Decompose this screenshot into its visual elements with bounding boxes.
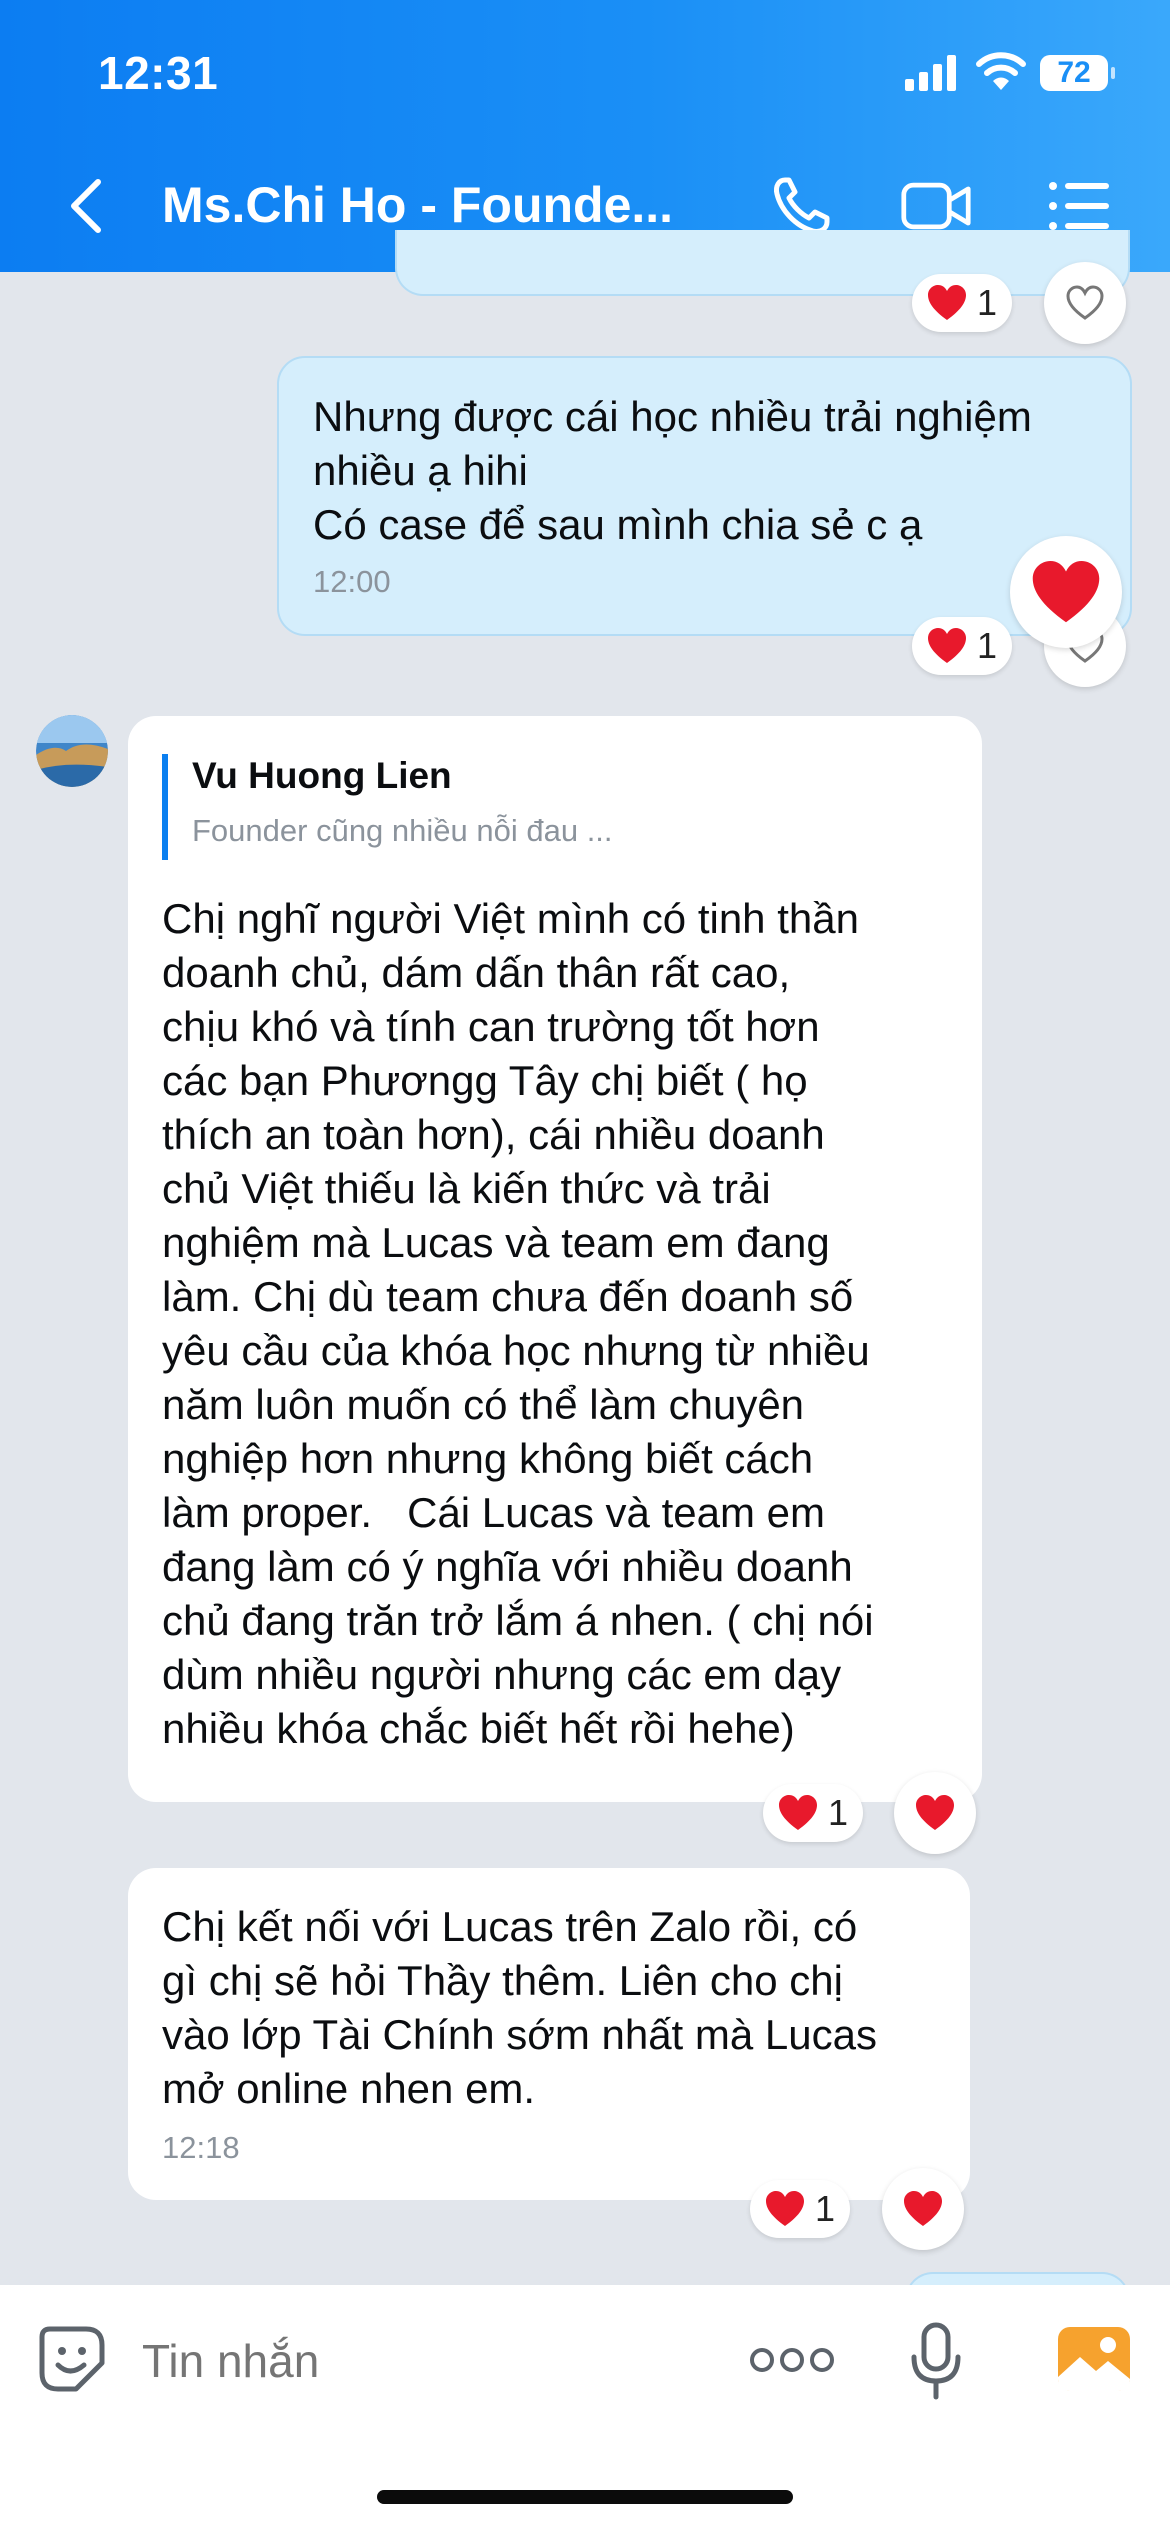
- message-text: Chị kết nối với Lucas trên Zalo rồi, có …: [162, 1903, 877, 2112]
- heart-reaction-popup[interactable]: [1010, 536, 1122, 648]
- received-message-bubble[interactable]: Vu Huong Lien Founder cũng nhiều nỗi đau…: [128, 716, 982, 1802]
- cellular-signal-icon: [905, 55, 959, 91]
- reaction-summary[interactable]: 1: [750, 2180, 850, 2238]
- quote-author: Vu Huong Lien: [192, 755, 452, 796]
- back-button[interactable]: [62, 178, 112, 234]
- react-button[interactable]: [894, 1772, 976, 1854]
- reaction-count: 1: [976, 282, 998, 323]
- reaction-summary[interactable]: 1: [912, 617, 1012, 675]
- react-button[interactable]: [882, 2168, 964, 2250]
- reaction-count: 1: [814, 2188, 836, 2229]
- message-time: 12:00: [313, 564, 391, 599]
- quote-text: Founder cũng nhiều nỗi đau ...: [192, 813, 613, 848]
- heart-icon: [778, 1795, 817, 1830]
- home-indicator: [377, 2490, 793, 2504]
- status-time: 12:31: [98, 47, 219, 99]
- heart-icon: [904, 2191, 942, 2226]
- message-input[interactable]: [140, 2325, 704, 2397]
- heart-icon: [1032, 560, 1100, 622]
- received-message-bubble[interactable]: Chị kết nối với Lucas trên Zalo rồi, có …: [128, 1868, 970, 2200]
- heart-icon: [916, 1795, 954, 1830]
- more-options-icon[interactable]: [750, 2345, 834, 2375]
- quoted-message[interactable]: Vu Huong Lien Founder cũng nhiều nỗi đau…: [162, 754, 982, 860]
- heart-outline-icon: [1066, 285, 1104, 320]
- avatar[interactable]: [36, 715, 108, 787]
- heart-icon: [927, 285, 966, 320]
- chat-title[interactable]: Ms.Chi Ho - Founde...: [162, 176, 673, 234]
- sticker-icon[interactable]: [36, 2323, 108, 2395]
- reaction-summary[interactable]: 1: [912, 274, 1012, 332]
- reaction-count: 1: [827, 1792, 849, 1833]
- reaction-count: 1: [976, 625, 998, 666]
- react-button[interactable]: [1044, 262, 1126, 344]
- sent-message-bubble[interactable]: Nhưng được cái học nhiều trải nghiệm nhi…: [277, 356, 1132, 636]
- microphone-icon[interactable]: [908, 2321, 964, 2401]
- image-gallery-icon[interactable]: [1058, 2327, 1130, 2391]
- previous-message-bubble[interactable]: [395, 230, 1130, 296]
- heart-icon: [765, 2191, 804, 2226]
- wifi-icon: [976, 52, 1026, 90]
- message-time: 12:18: [162, 2130, 240, 2165]
- reaction-summary[interactable]: 1: [763, 1784, 863, 1842]
- battery-indicator: 72: [1040, 55, 1115, 91]
- message-text: Nhưng được cái học nhiều trải nghiệm nhi…: [313, 393, 1032, 548]
- heart-icon: [927, 628, 966, 663]
- message-text: Chị nghĩ người Việt mình có tinh thần do…: [162, 895, 874, 1752]
